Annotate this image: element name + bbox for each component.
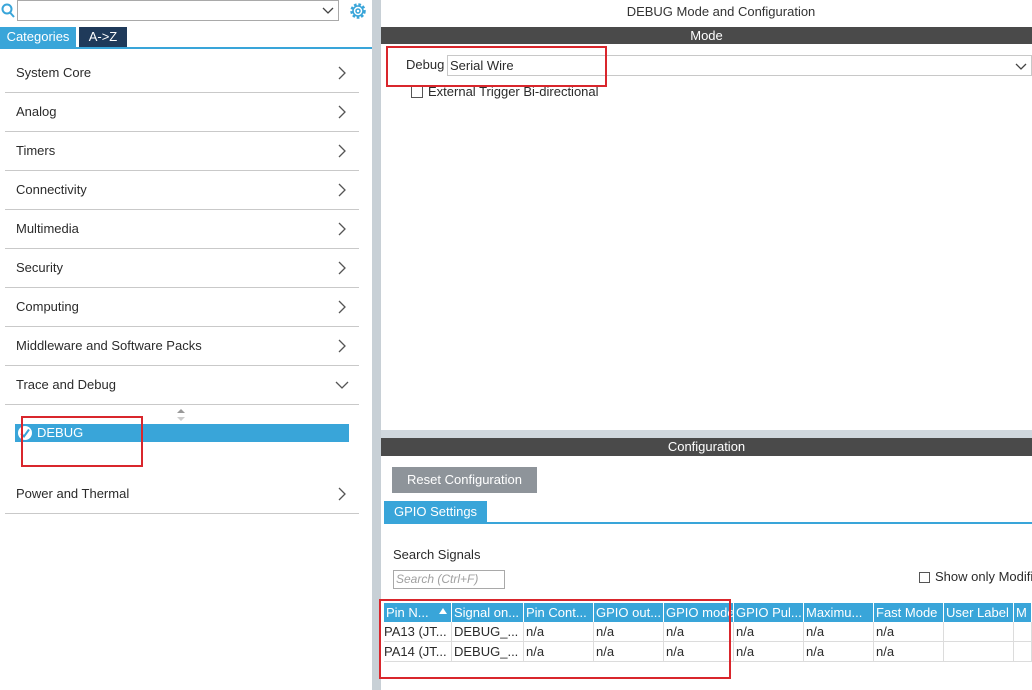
- category-label: Security: [16, 260, 63, 275]
- chevron-right-icon: [338, 105, 346, 119]
- table-cell[interactable]: n/a: [734, 642, 804, 662]
- table-cell[interactable]: [1014, 622, 1032, 642]
- table-cell[interactable]: DEBUG_...: [452, 642, 524, 662]
- chevron-right-icon: [338, 300, 346, 314]
- configuration-section-header: Configuration: [381, 438, 1032, 456]
- chevron-right-icon: [338, 487, 346, 501]
- tab-a-to-z[interactable]: A->Z: [79, 27, 127, 47]
- chevron-right-icon: [338, 261, 346, 275]
- category-analog[interactable]: Analog: [5, 93, 359, 132]
- tab-categories[interactable]: Categories: [0, 27, 76, 47]
- category-timers[interactable]: Timers: [5, 132, 359, 171]
- column-header-label: Pin N...: [386, 605, 429, 620]
- table-cell[interactable]: PA13 (JT...: [384, 622, 452, 642]
- table-cell[interactable]: [1014, 642, 1032, 662]
- category-trace-and-debug[interactable]: Trace and Debug: [5, 366, 359, 405]
- search-signals-label: Search Signals: [393, 547, 481, 562]
- tab-underline: [0, 47, 372, 49]
- left-panel: Categories A->Z System Core Analog Timer…: [0, 0, 372, 690]
- table-cell[interactable]: n/a: [524, 622, 594, 642]
- category-label: Middleware and Software Packs: [16, 338, 202, 353]
- column-header-gpio-mode[interactable]: GPIO mode: [664, 603, 734, 622]
- category-system-core[interactable]: System Core: [5, 54, 359, 93]
- chevron-right-icon: [338, 66, 346, 80]
- table-cell[interactable]: PA14 (JT...: [384, 642, 452, 662]
- show-only-modified-label: Show only Modifi: [935, 569, 1032, 584]
- mode-section-header: Mode: [381, 27, 1032, 44]
- debug-mode-value: Serial Wire: [450, 58, 514, 73]
- category-label: Analog: [16, 104, 57, 119]
- external-trigger-label: External Trigger Bi-directional: [428, 84, 599, 99]
- chevron-right-icon: [338, 144, 346, 158]
- chevron-right-icon: [338, 339, 346, 353]
- chevron-down-icon: [1015, 63, 1027, 70]
- external-trigger-checkbox[interactable]: [411, 86, 423, 98]
- column-header-maximum[interactable]: Maximu...: [804, 603, 874, 622]
- column-header-pin-name[interactable]: Pin N...: [384, 603, 452, 622]
- table-cell[interactable]: n/a: [664, 642, 734, 662]
- column-header-signal[interactable]: Signal on...: [452, 603, 524, 622]
- category-label: Connectivity: [16, 182, 87, 197]
- chevron-right-icon: [338, 222, 346, 236]
- category-item-debug[interactable]: DEBUG: [15, 424, 349, 442]
- tab-gpio-settings[interactable]: GPIO Settings: [384, 501, 487, 522]
- section-divider[interactable]: [381, 430, 1032, 438]
- table-cell[interactable]: n/a: [804, 622, 874, 642]
- category-item-label: DEBUG: [37, 425, 84, 440]
- reset-configuration-button[interactable]: Reset Configuration: [392, 467, 537, 493]
- search-icon: [1, 3, 15, 18]
- column-header-fast-mode[interactable]: Fast Mode: [874, 603, 944, 622]
- check-circle-icon: [18, 426, 32, 440]
- sort-ascending-icon: [439, 608, 447, 614]
- chevron-down-icon[interactable]: [322, 4, 334, 16]
- show-only-modified-checkbox[interactable]: [919, 572, 930, 583]
- gpio-signals-table: Pin N... Signal on... Pin Cont... GPIO o…: [384, 603, 1032, 663]
- category-connectivity[interactable]: Connectivity: [5, 171, 359, 210]
- category-label: System Core: [16, 65, 92, 80]
- gear-icon[interactable]: [348, 1, 368, 21]
- table-cell[interactable]: n/a: [594, 622, 664, 642]
- table-cell[interactable]: DEBUG_...: [452, 622, 524, 642]
- column-header-gpio-output[interactable]: GPIO out...: [594, 603, 664, 622]
- category-label: Computing: [16, 299, 79, 314]
- table-cell[interactable]: n/a: [874, 622, 944, 642]
- category-label: Multimedia: [16, 221, 79, 236]
- table-cell[interactable]: [944, 622, 1014, 642]
- table-cell[interactable]: n/a: [734, 622, 804, 642]
- table-cell[interactable]: n/a: [874, 642, 944, 662]
- category-multimedia[interactable]: Multimedia: [5, 210, 359, 249]
- table-cell[interactable]: n/a: [524, 642, 594, 662]
- category-middleware[interactable]: Middleware and Software Packs: [5, 327, 359, 366]
- category-label: Timers: [16, 143, 56, 158]
- table-cell[interactable]: n/a: [594, 642, 664, 662]
- right-panel: DEBUG Mode and Configuration Mode Debug …: [381, 0, 1032, 690]
- column-header-more[interactable]: M: [1014, 603, 1032, 622]
- table-cell[interactable]: n/a: [664, 622, 734, 642]
- table-cell[interactable]: [944, 642, 1014, 662]
- chevron-right-icon: [338, 183, 346, 197]
- category-computing[interactable]: Computing: [5, 288, 359, 327]
- category-power-and-thermal[interactable]: Power and Thermal: [5, 475, 359, 514]
- category-tab-bar: Categories A->Z: [0, 27, 372, 47]
- category-search-input[interactable]: [17, 0, 339, 21]
- debug-mode-label: Debug: [406, 57, 445, 72]
- search-signals-input[interactable]: Search (Ctrl+F): [393, 570, 505, 589]
- tab-underline: [384, 522, 1032, 524]
- chevron-down-icon: [335, 381, 349, 389]
- debug-mode-select[interactable]: Serial Wire: [447, 55, 1032, 76]
- page-title: DEBUG Mode and Configuration: [626, 4, 816, 19]
- sort-updown-icon: [177, 409, 185, 421]
- column-header-user-label[interactable]: User Label: [944, 603, 1014, 622]
- category-label: Trace and Debug: [16, 377, 116, 392]
- table-cell[interactable]: n/a: [804, 642, 874, 662]
- category-security[interactable]: Security: [5, 249, 359, 288]
- column-header-pin-context[interactable]: Pin Cont...: [524, 603, 594, 622]
- category-label: Power and Thermal: [16, 486, 130, 501]
- panel-splitter[interactable]: [372, 0, 381, 690]
- column-header-gpio-pull[interactable]: GPIO Pul...: [734, 603, 804, 622]
